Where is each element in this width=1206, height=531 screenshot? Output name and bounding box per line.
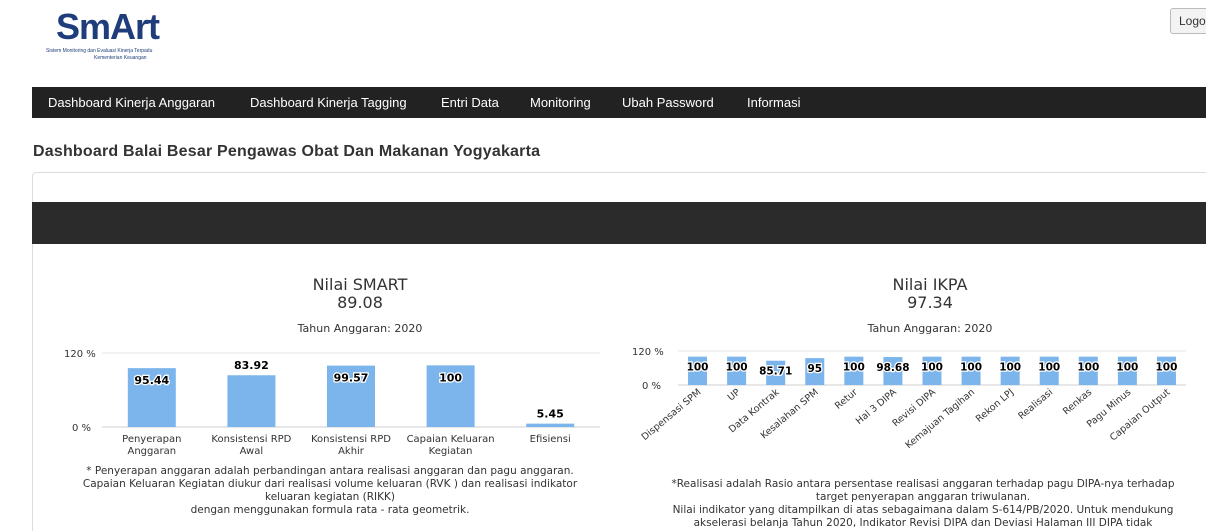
page-title: Dashboard Balai Besar Pengawas Obat Dan … bbox=[33, 143, 541, 160]
x-tick-label: Kegiatan bbox=[429, 446, 473, 457]
x-tick-label: Akhir bbox=[338, 446, 365, 457]
bar-value-label: 100 bbox=[687, 362, 709, 374]
page: SmArt Sistem Monitoring dan Evaluasi Kin… bbox=[0, 0, 1206, 531]
nav-ubah-password[interactable]: Ubah Password bbox=[622, 87, 714, 118]
ikpa-bar-chart: 120 %0 %100Dispensasi SPM100UP85.71Data … bbox=[632, 347, 1186, 451]
x-tick-label: Realisasi bbox=[1016, 387, 1055, 422]
nav-monitoring[interactable]: Monitoring bbox=[530, 87, 591, 118]
smart-chart-subtitle: Tahun Anggaran: 2020 bbox=[297, 322, 423, 335]
bar-value-label: 100 bbox=[921, 362, 943, 374]
x-tick-label: Retur bbox=[833, 387, 860, 412]
bar-value-label: 83.92 bbox=[234, 359, 269, 372]
bar-value-label: 95.44 bbox=[134, 374, 169, 387]
ikpa-footnote-line: *Realisasi adalah Rasio antara persentas… bbox=[671, 478, 1175, 490]
logo-text: SmArt bbox=[56, 6, 160, 47]
ikpa-footnote-line: Nilai indikator yang ditampilkan di atas… bbox=[672, 504, 1174, 516]
bar bbox=[526, 423, 575, 427]
smart-footnote-line: keluaran kegiatan (RIKK) bbox=[265, 491, 395, 503]
ikpa-footnote: *Realisasi adalah Rasio antara persentas… bbox=[640, 478, 1206, 530]
nav-dashboard-kinerja-tagging[interactable]: Dashboard Kinerja Tagging bbox=[250, 87, 407, 118]
x-tick-label: Efisiensi bbox=[530, 434, 571, 445]
bar-value-label: 98.68 bbox=[876, 362, 909, 374]
bar-value-label: 100 bbox=[1038, 362, 1060, 374]
logo-tagline: Sistem Monitoring dan Evaluasi Kinerja T… bbox=[46, 48, 153, 54]
x-tick-label: Rekon LPJ bbox=[974, 387, 1016, 425]
nav-dashboard-kinerja-anggaran[interactable]: Dashboard Kinerja Anggaran bbox=[48, 87, 215, 118]
smart-bar-chart: 120 % 0 % 95.44 PenyerapanAnggaran 83.92 Kons… bbox=[64, 349, 600, 457]
x-tick-label: Konsistensi RPD bbox=[311, 434, 391, 445]
bar bbox=[227, 375, 276, 427]
bar-value-label: 100 bbox=[843, 362, 865, 374]
nav-entri-data[interactable]: Entri Data bbox=[441, 87, 499, 118]
panel-header-band bbox=[32, 202, 1206, 244]
x-tick-label: Anggaran bbox=[128, 446, 177, 457]
smart-footnote-line: Capaian Keluaran Kegiatan diukur dari re… bbox=[82, 478, 578, 490]
logout-button[interactable]: Logo bbox=[1170, 8, 1206, 34]
x-tick-label: Awal bbox=[240, 446, 264, 457]
smart-footnote: * Penyerapan anggaran adalah perbandinga… bbox=[40, 465, 620, 517]
y-tick-label: 0 % bbox=[642, 381, 661, 392]
x-tick-label: Dispensasi SPM bbox=[640, 387, 704, 443]
ikpa-chart-title: Nilai IKPA bbox=[892, 275, 968, 294]
bar-value-label: 100 bbox=[726, 362, 748, 374]
smart-footnote-line: * Penyerapan anggaran adalah perbandinga… bbox=[86, 465, 574, 477]
ikpa-chart-score: 97.34 bbox=[907, 293, 953, 312]
x-tick-label: Penyerapan bbox=[122, 434, 181, 445]
x-tick-label: Renkas bbox=[1061, 387, 1094, 417]
bar-value-label: 95 bbox=[807, 363, 822, 375]
bar-value-label: 100 bbox=[1156, 362, 1178, 374]
y-tick-label: 0 % bbox=[72, 423, 91, 434]
ikpa-footnote-line: target penyerapan anggaran triwulanan. bbox=[815, 491, 1031, 503]
x-tick-label: UP bbox=[726, 387, 743, 404]
bar-value-label: 100 bbox=[960, 362, 982, 374]
main-navbar: Dashboard Kinerja Anggaran Dashboard Kin… bbox=[32, 87, 1206, 118]
bar-value-label: 99.57 bbox=[334, 372, 369, 385]
bar-value-label: 100 bbox=[999, 362, 1021, 374]
x-tick-label: Konsistensi RPD bbox=[211, 434, 291, 445]
y-tick-label: 120 % bbox=[632, 347, 664, 358]
y-tick-label: 120 % bbox=[64, 349, 96, 360]
smart-footnote-line: dengan menggunakan formula rata - rata g… bbox=[190, 504, 470, 516]
x-tick-label: Capaian Keluaran bbox=[407, 434, 495, 445]
bar-value-label: 100 bbox=[439, 371, 462, 384]
ikpa-chart-subtitle: Tahun Anggaran: 2020 bbox=[867, 322, 993, 335]
bar-value-label: 100 bbox=[1077, 362, 1099, 374]
bar-value-label: 85.71 bbox=[759, 366, 792, 378]
smart-chart-score: 89.08 bbox=[337, 293, 383, 312]
smart-logo[interactable]: SmArt Sistem Monitoring dan Evaluasi Kin… bbox=[42, 6, 202, 66]
logo-tagline-ministry: Kementerian Keuangan bbox=[94, 55, 147, 61]
bar-value-label: 100 bbox=[1116, 362, 1138, 374]
smart-chart-title: Nilai SMART bbox=[312, 275, 408, 294]
ikpa-footnote-line: akselerasi belanja Tahun 2020, Indikator… bbox=[693, 517, 1153, 529]
nav-informasi[interactable]: Informasi bbox=[747, 87, 800, 118]
bar-value-label: 5.45 bbox=[537, 408, 564, 421]
x-tick-label: Kemajuan Tagihan bbox=[903, 387, 977, 451]
